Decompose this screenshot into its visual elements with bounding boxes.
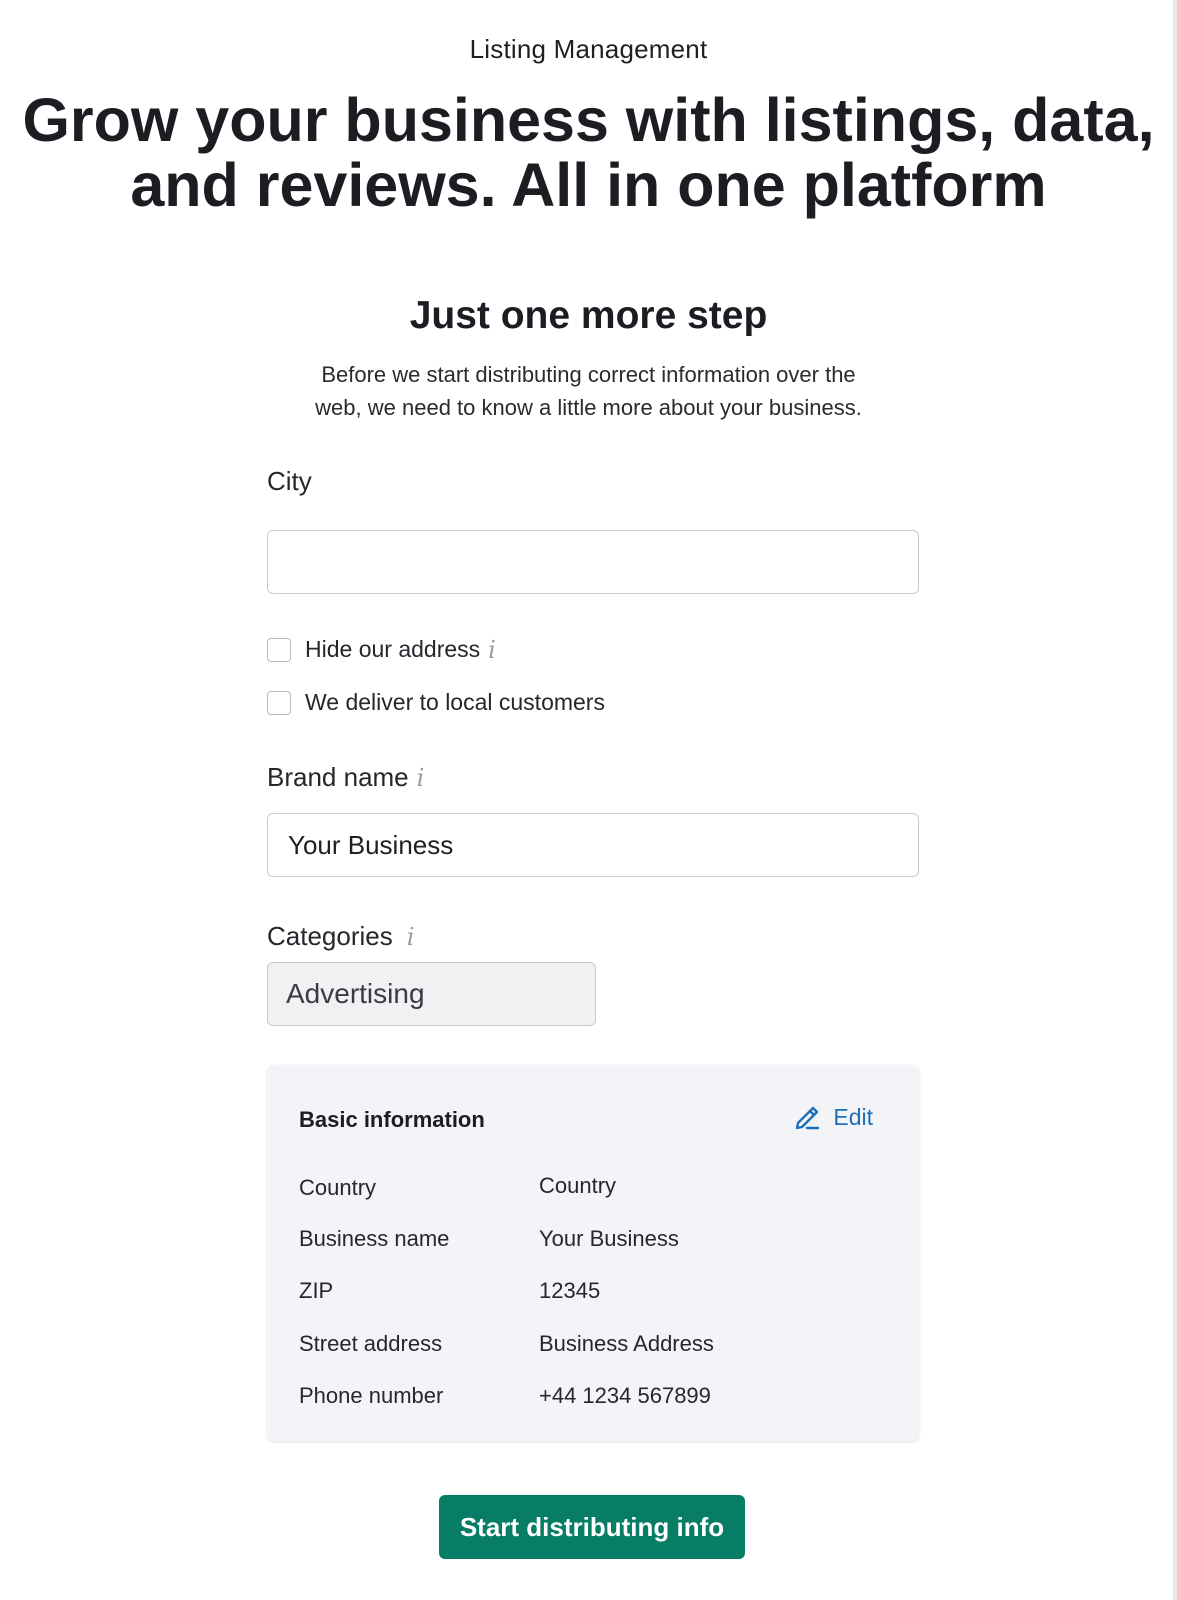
pencil-icon: [796, 1106, 820, 1130]
info-row-label: Country: [299, 1175, 377, 1200]
hide-address-checkbox[interactable]: [267, 637, 291, 662]
deliver-local-row[interactable]: We deliver to local customers: [267, 689, 605, 716]
brand-name-label: Brand name i: [267, 762, 424, 793]
page-headline: Grow your business with listings, data, …: [20, 88, 1157, 218]
page-eyebrow: Listing Management: [469, 34, 708, 64]
info-row-label: Phone number: [299, 1383, 444, 1408]
categories-label: Categories i: [267, 921, 414, 952]
categories-label-text: Categories: [267, 921, 393, 951]
step-description: Before we start distributing correct inf…: [280, 358, 897, 424]
city-input[interactable]: [267, 530, 919, 594]
deliver-local-label: We deliver to local customers: [305, 689, 605, 715]
deliver-local-checkbox[interactable]: [267, 690, 291, 715]
category-tag-label: Advertising: [286, 978, 425, 1009]
info-row-value: Country: [539, 1173, 617, 1198]
headline-line-2: and reviews. All in one platform: [130, 151, 1047, 219]
info-row-label: ZIP: [299, 1278, 334, 1303]
step-description-line-1: Before we start distributing correct inf…: [321, 362, 856, 387]
start-distributing-button[interactable]: Start distributing info: [439, 1495, 745, 1559]
brand-name-input[interactable]: [267, 813, 919, 877]
basic-info-title: Basic information: [299, 1107, 485, 1132]
info-row-value: 12345: [539, 1278, 601, 1303]
edit-label: Edit: [833, 1103, 873, 1130]
headline-line-1: Grow your business with listings, data,: [22, 86, 1155, 154]
info-icon[interactable]: i: [417, 766, 425, 790]
info-row-value: +44 1234 567899: [539, 1383, 711, 1408]
info-row-label: Business name: [299, 1226, 450, 1251]
page-edge-divider: [1173, 0, 1177, 1600]
info-row-value: Business Address: [539, 1331, 714, 1356]
basic-info-card: Basic information Edit Country Country B…: [267, 1065, 919, 1441]
info-row-label: Street address: [299, 1331, 443, 1356]
city-label-text: City: [267, 466, 312, 496]
info-row-value: Your Business: [539, 1226, 679, 1251]
info-icon[interactable]: i: [407, 925, 415, 949]
hide-address-label: Hide our address: [305, 636, 481, 662]
category-tag[interactable]: Advertising: [267, 962, 596, 1026]
step-title: Just one more step: [409, 294, 768, 337]
brand-name-label-text: Brand name: [267, 762, 409, 792]
hide-address-row[interactable]: Hide our address i: [267, 636, 496, 663]
step-description-line-2: web, we need to know a little more about…: [315, 395, 862, 420]
city-label: City: [267, 466, 312, 497]
info-icon[interactable]: i: [488, 638, 496, 662]
edit-button[interactable]: Edit: [793, 1103, 873, 1131]
